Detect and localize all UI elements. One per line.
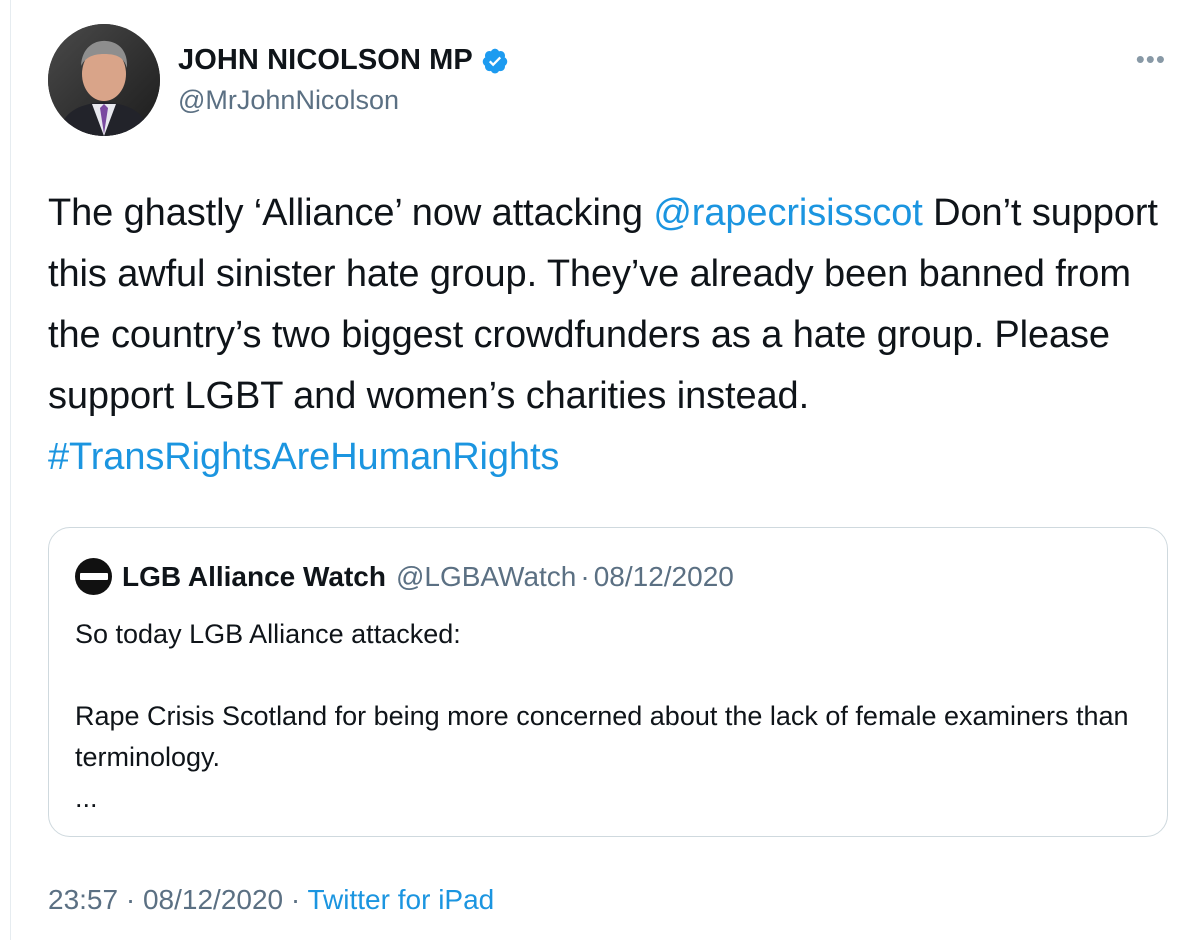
tweet-text-part1: The ghastly ‘Alliance’ now attacking xyxy=(48,192,654,234)
quoted-line-2: Rape Crisis Scotland for being more conc… xyxy=(75,701,1129,772)
author-handle[interactable]: @MrJohnNicolson xyxy=(178,85,509,116)
more-horizontal-icon[interactable]: ••• xyxy=(1136,46,1166,72)
quoted-separator: · xyxy=(580,560,590,592)
quoted-avatar xyxy=(75,558,112,595)
timeline-divider xyxy=(10,0,11,940)
meta-separator-1: · xyxy=(118,884,143,915)
meta-separator-2: · xyxy=(283,884,308,915)
profile-photo-icon xyxy=(48,24,160,136)
quoted-date: 08/12/2020 xyxy=(593,560,734,592)
tweet-header: JOHN NICOLSON MP @MrJohnNicolson ••• xyxy=(48,22,1180,136)
quoted-tweet-header: LGB Alliance Watch @LGBAWatch · 08/12/20… xyxy=(75,558,734,595)
hashtag-link[interactable]: #TransRightsAreHumanRights xyxy=(48,436,559,478)
display-name-row: JOHN NICOLSON MP xyxy=(178,44,509,77)
quoted-line-1: So today LGB Alliance attacked: xyxy=(75,619,461,649)
quoted-ellipsis: ... xyxy=(75,783,98,813)
author-names: JOHN NICOLSON MP @MrJohnNicolson xyxy=(178,44,509,116)
quoted-tweet-body: So today LGB Alliance attacked: Rape Cri… xyxy=(75,614,1135,819)
quoted-handle: @LGBAWatch xyxy=(395,560,577,592)
mention-link[interactable]: @rapecrisisscot xyxy=(653,192,922,234)
display-name[interactable]: JOHN NICOLSON MP xyxy=(178,44,473,77)
quoted-tweet-card[interactable]: LGB Alliance Watch @LGBAWatch · 08/12/20… xyxy=(48,527,1168,837)
quoted-display-name: LGB Alliance Watch xyxy=(122,560,386,592)
tweet-source-link[interactable]: Twitter for iPad xyxy=(308,884,495,915)
tweet-date[interactable]: 08/12/2020 xyxy=(143,884,283,915)
tweet-meta: 23:57 · 08/12/2020 · Twitter for iPad xyxy=(48,884,494,916)
tweet-time[interactable]: 23:57 xyxy=(48,884,118,915)
verified-badge-icon xyxy=(482,48,508,73)
tweet-text: The ghastly ‘Alliance’ now attacking @ra… xyxy=(48,183,1168,488)
avatar[interactable] xyxy=(48,24,160,136)
